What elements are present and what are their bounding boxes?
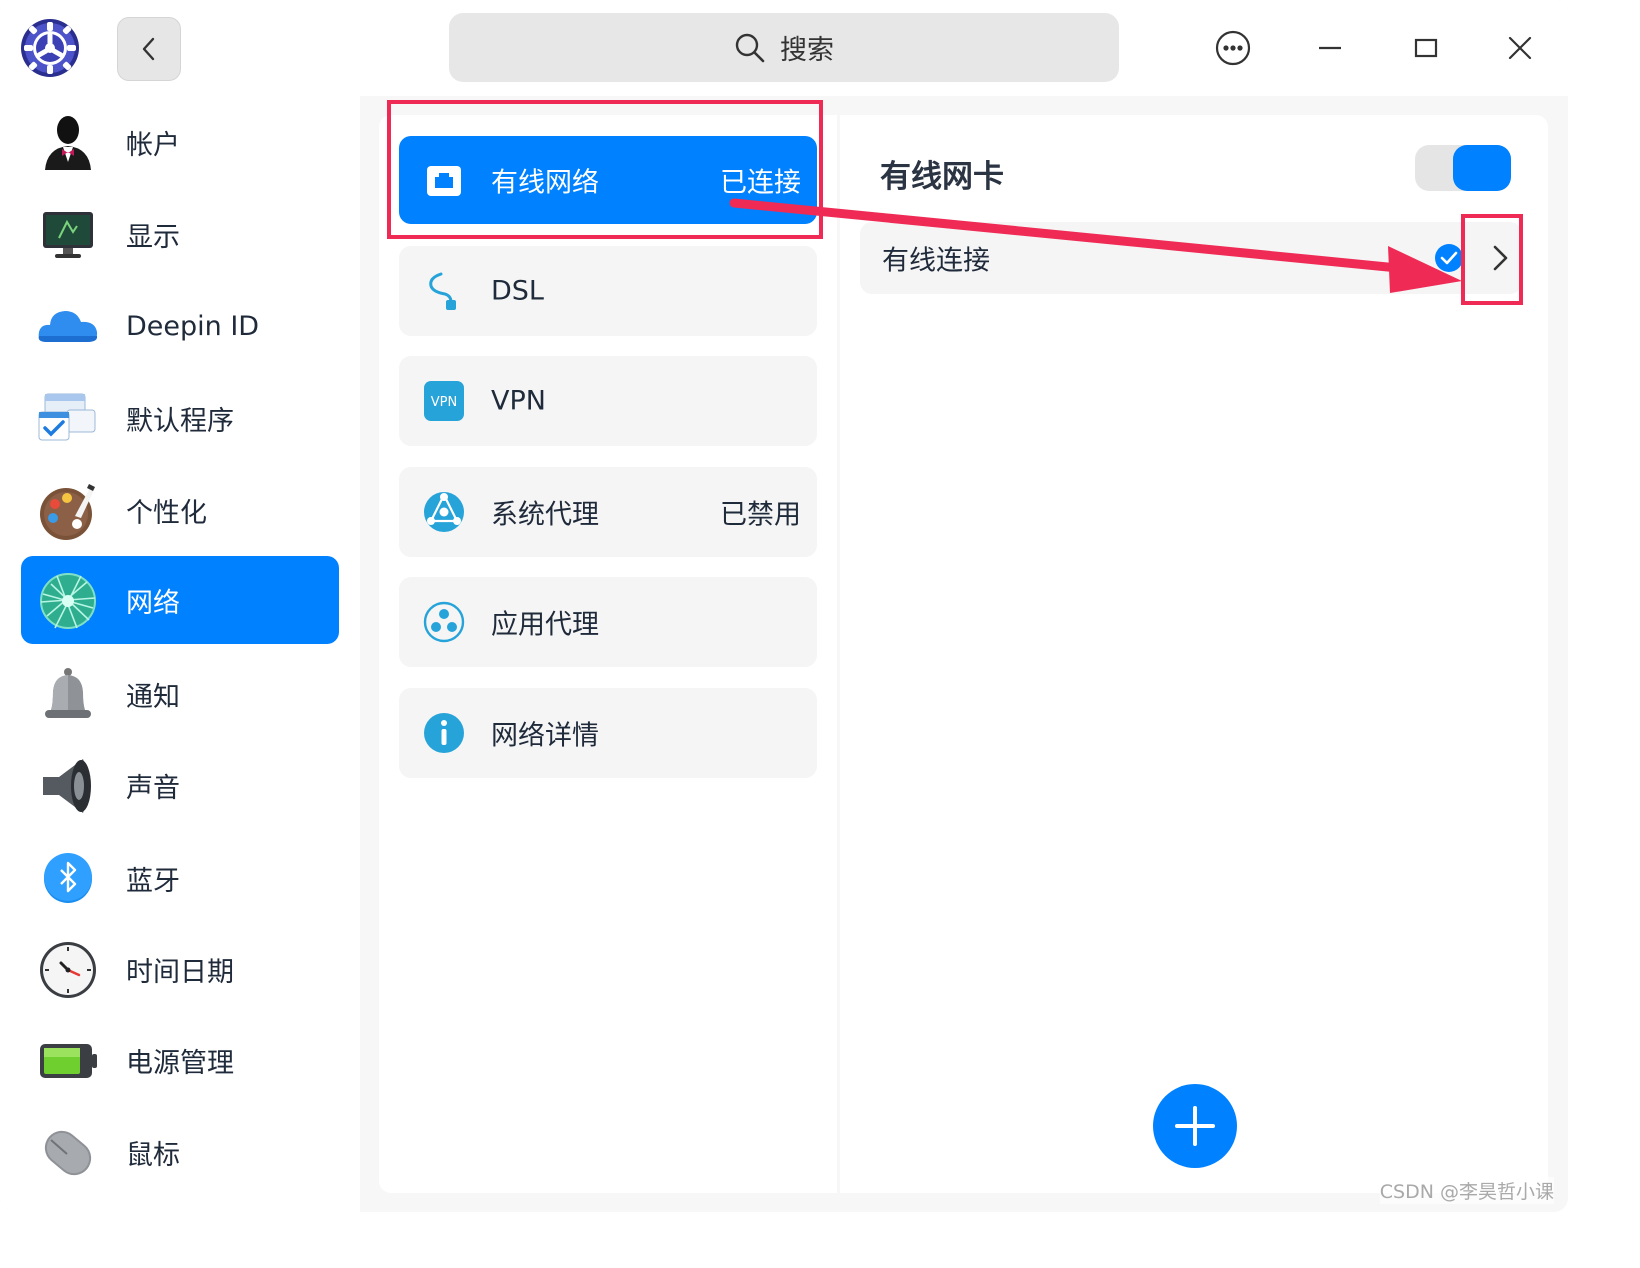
app-proxy-icon xyxy=(423,601,465,643)
network-item-details[interactable]: 网络详情 xyxy=(399,688,817,778)
sidebar: 帐户 显示 Deepin ID 默认程序 个性化 网络 通知 声音 蓝牙 时间日… xyxy=(0,96,360,1212)
maximize-button[interactable] xyxy=(1402,24,1450,72)
vpn-icon-text: VPN xyxy=(431,395,457,410)
bell-icon xyxy=(37,664,99,726)
titlebar: 搜索 xyxy=(0,0,1568,96)
palette-icon xyxy=(37,480,99,542)
network-item-label: 网络详情 xyxy=(491,720,599,752)
sidebar-item-network[interactable]: 网络 xyxy=(21,556,339,644)
sidebar-item-label: 时间日期 xyxy=(126,956,234,988)
search-icon xyxy=(735,33,765,62)
sidebar-item-label: 默认程序 xyxy=(126,405,234,437)
network-item-dsl[interactable]: DSL xyxy=(399,246,817,336)
sidebar-item-sound[interactable]: 声音 xyxy=(21,741,339,829)
main-menu-button[interactable] xyxy=(1209,24,1257,72)
sidebar-item-label: 显示 xyxy=(126,221,180,253)
connection-row-wired[interactable]: 有线连接 xyxy=(860,222,1522,294)
sidebar-item-label: 网络 xyxy=(126,587,180,619)
cloud-icon xyxy=(37,296,99,358)
dsl-cable-icon xyxy=(423,270,465,312)
sidebar-item-label: 个性化 xyxy=(126,497,207,529)
network-item-label: 应用代理 xyxy=(491,609,599,641)
default-apps-icon xyxy=(37,388,99,450)
search-input[interactable]: 搜索 xyxy=(449,13,1119,82)
system-proxy-icon xyxy=(423,491,465,533)
sidebar-item-notifications[interactable]: 通知 xyxy=(21,650,339,738)
annotation-box-chevron xyxy=(1461,214,1523,305)
sidebar-item-label: 鼠标 xyxy=(126,1139,180,1171)
network-menu-panel: 有线网络 已连接 DSL VPN VPN 系统代理 已禁用 应用代理 网络详情 xyxy=(379,115,837,1193)
sidebar-item-label: 帐户 xyxy=(126,129,180,161)
control-center-logo-icon xyxy=(20,18,80,78)
vpn-icon: VPN xyxy=(423,380,465,422)
mouse-icon xyxy=(37,1122,99,1184)
network-status-text: 已禁用 xyxy=(720,499,801,531)
add-connection-button[interactable] xyxy=(1153,1084,1237,1168)
connection-label: 有线连接 xyxy=(882,245,990,277)
minimize-button[interactable] xyxy=(1306,24,1354,72)
speaker-icon xyxy=(37,755,99,817)
maximize-icon xyxy=(1414,38,1438,58)
search-placeholder: 搜索 xyxy=(780,35,834,66)
sidebar-item-label: 通知 xyxy=(126,681,180,713)
network-item-label: DSL xyxy=(491,275,544,307)
network-item-label: 系统代理 xyxy=(491,499,599,531)
checkmark-icon xyxy=(1435,244,1463,272)
info-icon xyxy=(423,712,465,754)
close-button[interactable] xyxy=(1496,24,1544,72)
display-monitor-icon xyxy=(37,204,99,266)
sidebar-item-label: 电源管理 xyxy=(126,1047,234,1079)
sidebar-item-accounts[interactable]: 帐户 xyxy=(21,98,339,186)
control-center-window: 搜索 帐户 显示 Deepin ID 默认程序 个性化 网络 通知 声音 蓝牙 … xyxy=(0,0,1568,1212)
sidebar-item-date-time[interactable]: 时间日期 xyxy=(21,925,339,1013)
back-button[interactable] xyxy=(117,17,181,81)
network-item-vpn[interactable]: VPN VPN xyxy=(399,356,817,446)
sidebar-item-bluetooth[interactable]: 蓝牙 xyxy=(21,834,339,922)
close-icon xyxy=(1508,36,1532,60)
wired-detail-panel: 有线网卡 有线连接 xyxy=(840,115,1548,1193)
more-options-icon xyxy=(1215,30,1251,66)
network-item-app-proxy[interactable]: 应用代理 xyxy=(399,577,817,667)
card-title: 有线网卡 xyxy=(880,159,1004,195)
chevron-left-icon xyxy=(142,37,155,61)
watermark: CSDN @李昊哲小课 xyxy=(1379,1177,1554,1204)
network-globe-icon xyxy=(37,570,99,632)
network-item-system-proxy[interactable]: 系统代理 已禁用 xyxy=(399,467,817,557)
sidebar-item-power[interactable]: 电源管理 xyxy=(21,1016,339,1104)
sidebar-item-deepin-id[interactable]: Deepin ID xyxy=(21,282,339,370)
toggle-knob xyxy=(1453,145,1511,191)
bluetooth-icon xyxy=(37,848,99,910)
sidebar-item-label: Deepin ID xyxy=(126,310,260,342)
sidebar-item-personalization[interactable]: 个性化 xyxy=(21,466,339,554)
sidebar-item-mouse[interactable]: 鼠标 xyxy=(21,1108,339,1196)
network-item-label: VPN xyxy=(491,385,546,417)
wired-card-toggle[interactable] xyxy=(1415,145,1511,191)
sidebar-item-label: 蓝牙 xyxy=(126,865,180,897)
plus-icon xyxy=(1175,1106,1215,1146)
battery-icon xyxy=(37,1030,99,1092)
clock-icon xyxy=(37,939,99,1001)
sidebar-item-default-apps[interactable]: 默认程序 xyxy=(21,374,339,462)
user-account-icon xyxy=(37,112,99,174)
sidebar-item-display[interactable]: 显示 xyxy=(21,190,339,278)
minimize-icon xyxy=(1319,46,1341,50)
sidebar-item-label: 声音 xyxy=(126,772,180,804)
annotation-box-wired-network xyxy=(387,100,823,239)
